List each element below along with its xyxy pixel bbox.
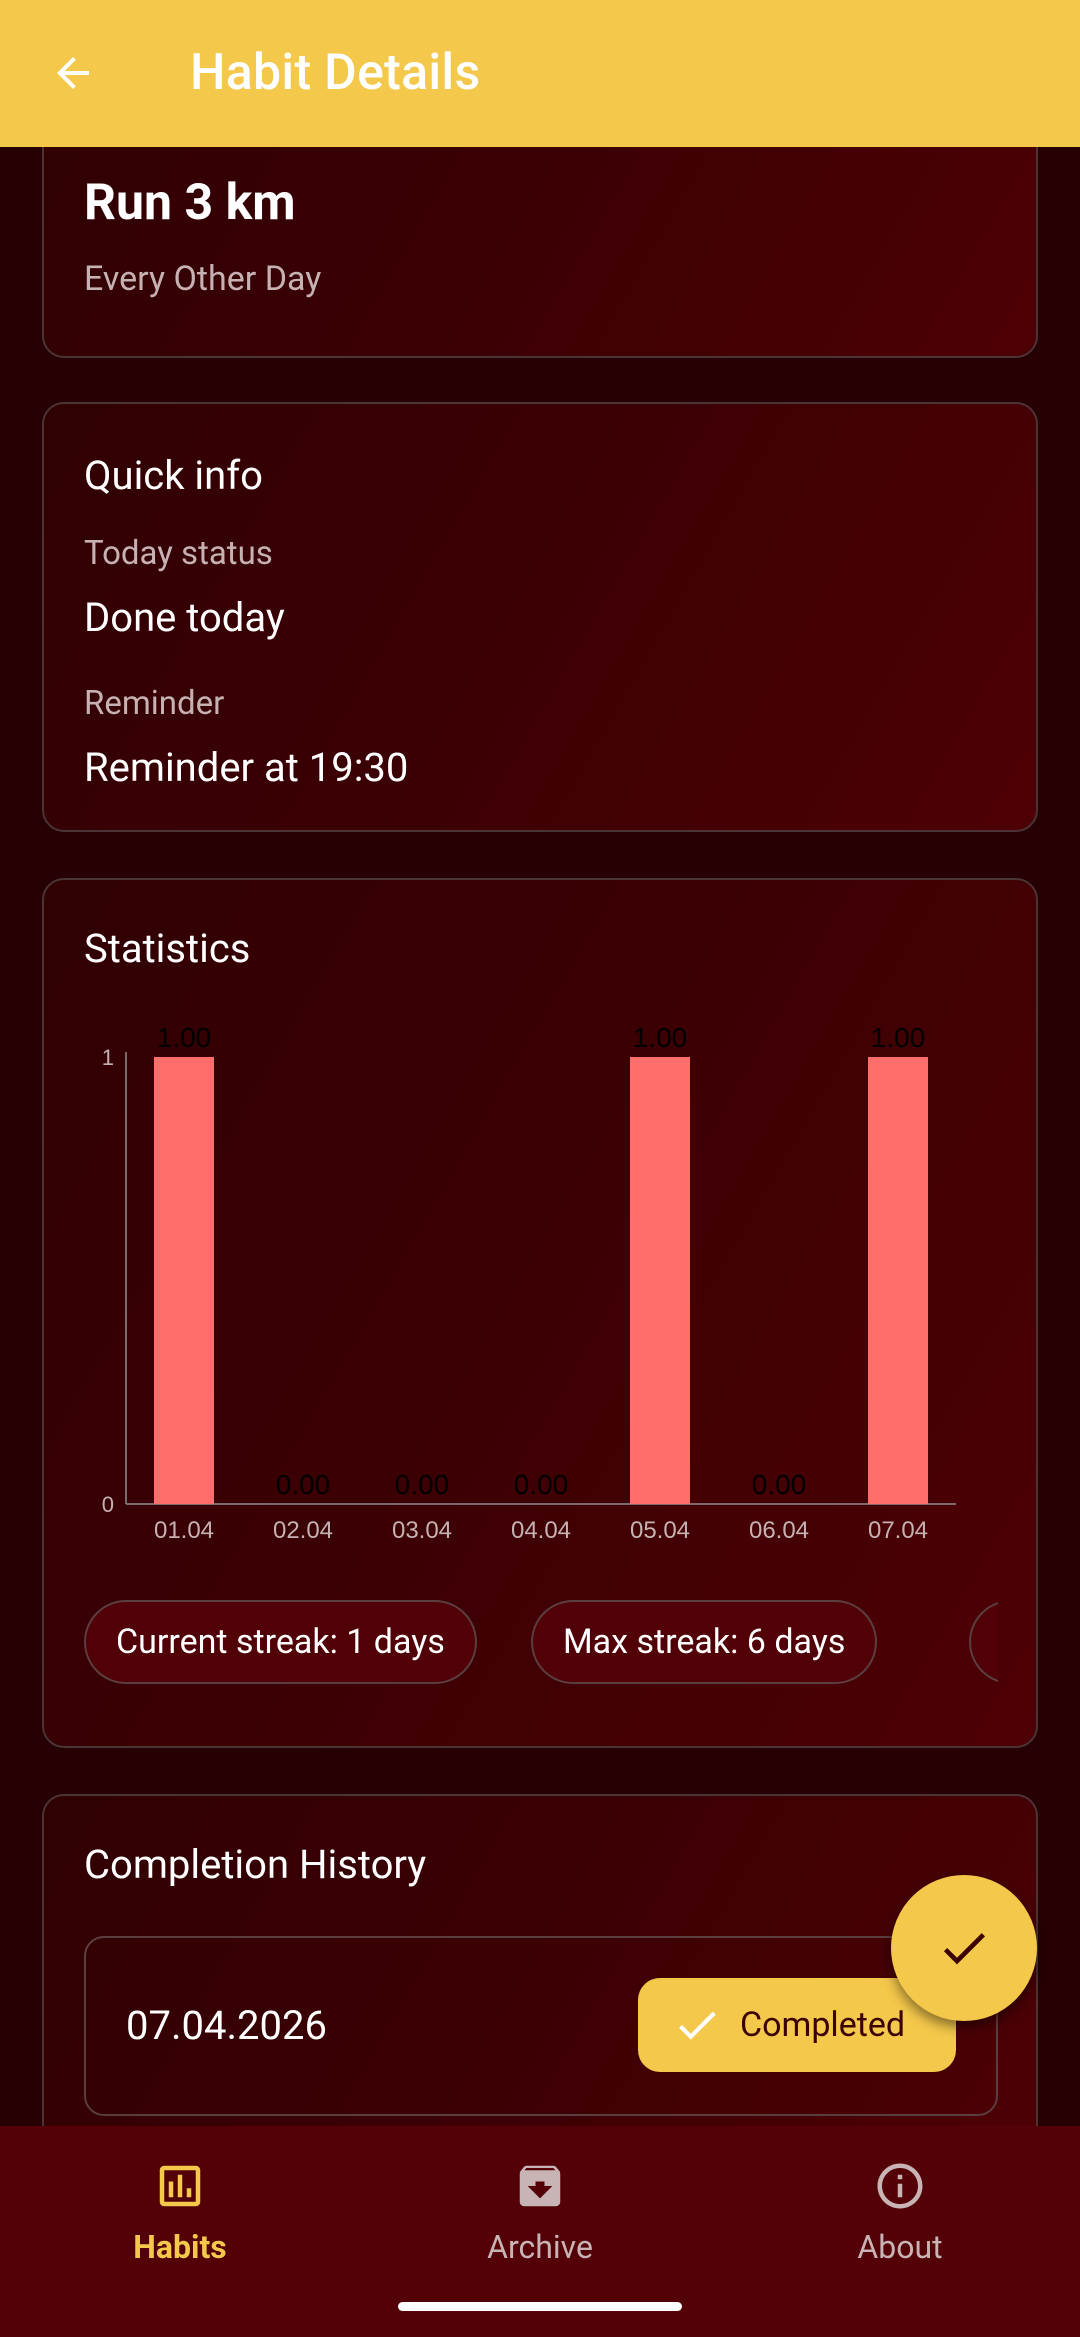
history-title: Completion History (84, 1841, 427, 1888)
bar-value-label: 0.00 (752, 1469, 807, 1500)
habit-frequency: Every Other Day (84, 259, 322, 299)
x-tick-label: 02.04 (273, 1517, 333, 1544)
bar (630, 1057, 690, 1504)
x-tick-label: 05.04 (630, 1517, 690, 1544)
bar-value-label: 1.00 (633, 1022, 688, 1053)
quick-info-card: Quick info Today status Done today Remin… (42, 402, 1038, 832)
y-tick-label: 0 (102, 1492, 114, 1517)
x-tick-label: 03.04 (392, 1517, 452, 1544)
reminder-value: Reminder at 19:30 (84, 744, 409, 791)
bar-value-label: 1.00 (871, 1022, 926, 1053)
bar-value-label: 1.00 (157, 1022, 212, 1053)
today-status-value: Done today (84, 594, 285, 641)
bar (154, 1057, 214, 1504)
completed-label: Completed (740, 2005, 906, 2045)
nav-item-archive[interactable]: Archive (440, 2156, 640, 2286)
today-status-label: Today status (84, 534, 273, 573)
check-icon (672, 2000, 722, 2050)
bar (868, 1057, 928, 1504)
nav-item-about[interactable]: About (800, 2156, 1000, 2286)
archive-icon (440, 2156, 640, 2216)
x-tick-label: 04.04 (511, 1517, 571, 1544)
x-tick-label: 06.04 (749, 1517, 809, 1544)
nav-label-habits: Habits (133, 2228, 227, 2266)
stats-chip-row[interactable]: Current streak: 1 days Max streak: 6 day… (84, 1600, 998, 1688)
page-title: Habit Details (190, 44, 481, 102)
quick-info-title: Quick info (84, 452, 263, 499)
total-chip[interactable]: To (969, 1600, 998, 1684)
reminder-label: Reminder (84, 684, 225, 723)
nav-label-archive: Archive (487, 2228, 593, 2266)
nav-item-habits[interactable]: Habits (80, 2156, 280, 2286)
bar-chart-icon (80, 2156, 280, 2216)
completion-bar-chart: 0 1 1.00 01.04 0.00 02.04 0.00 03.04 0.00 04.04 1.… (102, 1022, 956, 1544)
current-streak-chip[interactable]: Current streak: 1 days (84, 1600, 477, 1684)
check-icon (943, 1933, 985, 1965)
mark-done-fab[interactable] (891, 1875, 1037, 2021)
x-tick-label: 07.04 (868, 1517, 928, 1544)
y-tick-label: 1 (102, 1045, 114, 1070)
habit-header-card: Run 3 km Every Other Day (42, 147, 1038, 358)
home-indicator (398, 2302, 682, 2311)
completion-history-card: Completion History 07.04.2026 Completed (42, 1794, 1038, 2126)
scroll-content[interactable]: Run 3 km Every Other Day Quick info Toda… (0, 147, 1080, 2126)
bar-value-label: 0.00 (514, 1469, 569, 1500)
back-button[interactable] (40, 40, 106, 106)
statistics-card: Statistics 0 1 1.00 01.04 0.00 02.04 0.00 03.04… (42, 878, 1038, 1748)
top-app-bar: Habit Details (0, 0, 1080, 147)
nav-label-about: About (857, 2228, 943, 2266)
info-icon (800, 2156, 1000, 2216)
bar-value-label: 0.00 (395, 1469, 450, 1500)
arrow-back-icon (57, 57, 89, 89)
habit-name: Run 3 km (84, 174, 296, 232)
max-streak-chip[interactable]: Max streak: 6 days (531, 1600, 878, 1684)
x-tick-label: 01.04 (154, 1517, 214, 1544)
history-date: 07.04.2026 (126, 2002, 327, 2049)
history-item[interactable]: 07.04.2026 Completed (84, 1936, 998, 2116)
bar-value-label: 0.00 (276, 1469, 331, 1500)
